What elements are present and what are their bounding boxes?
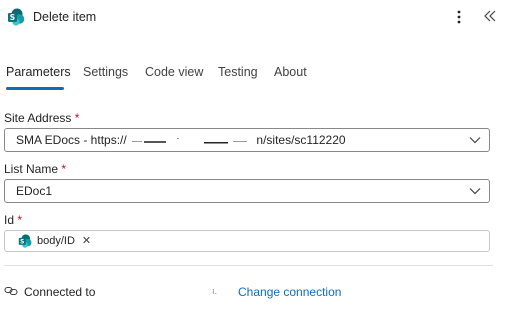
tab-about[interactable]: About: [274, 65, 307, 80]
required-marker: *: [61, 162, 67, 176]
tab-list: Parameters Settings Code view Testing Ab…: [0, 62, 513, 92]
sharepoint-icon: S: [18, 234, 32, 248]
section-divider: [4, 265, 493, 266]
list-name-value: EDoc1: [16, 184, 53, 198]
connection-link-icon: [4, 286, 18, 296]
list-name-dropdown[interactable]: EDoc1: [4, 179, 490, 203]
svg-text:S: S: [10, 13, 15, 22]
active-tab-indicator: [6, 87, 64, 90]
action-title: Delete item: [33, 10, 97, 24]
tab-testing[interactable]: Testing: [218, 65, 258, 80]
site-address-dropdown[interactable]: SMA EDocs - https:// n/sites/sc112220: [4, 128, 490, 152]
action-header: S Delete item: [0, 0, 513, 34]
chevron-down-icon: [469, 188, 481, 195]
chevron-down-icon: [469, 137, 481, 144]
id-label-text: Id: [4, 213, 15, 227]
list-name-label: List Name *: [4, 162, 66, 176]
dynamic-content-token[interactable]: S body/ID ✕: [18, 234, 91, 248]
site-address-value-prefix: SMA EDocs - https://: [16, 133, 127, 147]
token-label: body/ID: [37, 235, 75, 247]
list-name-label-text: List Name: [4, 162, 59, 176]
remove-token-button[interactable]: ✕: [82, 234, 91, 248]
site-address-value: SMA EDocs - https:// n/sites/sc112220: [16, 133, 346, 147]
connection-status: Connected to: [24, 285, 96, 299]
site-address-label-text: Site Address: [4, 111, 72, 125]
id-label: Id *: [4, 213, 22, 227]
svg-text:S: S: [20, 239, 24, 245]
redacted-url-segment: [132, 137, 248, 144]
tab-code-view[interactable]: Code view: [145, 65, 203, 80]
collapse-panel-icon[interactable]: [482, 7, 498, 25]
site-address-value-suffix: n/sites/sc112220: [256, 133, 346, 147]
required-marker: *: [17, 213, 23, 227]
tab-parameters[interactable]: Parameters: [6, 65, 71, 80]
change-connection-link[interactable]: Change connection: [238, 285, 341, 299]
id-input[interactable]: S body/ID ✕: [4, 230, 490, 252]
redacted-connection-mark: ı.: [212, 286, 218, 296]
site-address-label: Site Address *: [4, 111, 79, 125]
required-marker: *: [74, 111, 80, 125]
tab-settings[interactable]: Settings: [83, 65, 128, 80]
sharepoint-icon: S: [8, 8, 25, 26]
more-options-icon[interactable]: [452, 8, 466, 26]
